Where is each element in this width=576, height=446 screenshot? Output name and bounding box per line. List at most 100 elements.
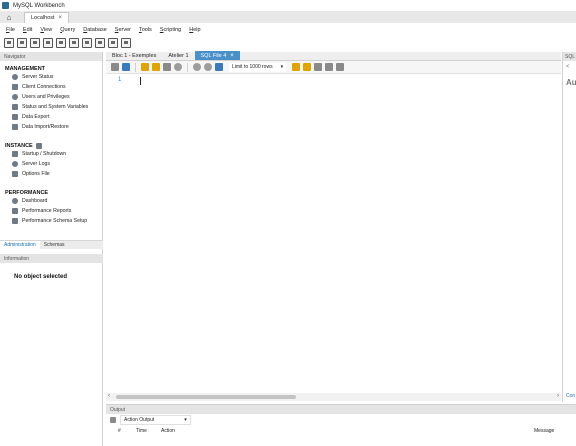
window-title: MySQL Workbench bbox=[13, 2, 65, 9]
menu-edit[interactable]: Edit bbox=[19, 27, 36, 33]
chevron-left-icon[interactable]: < bbox=[563, 64, 576, 70]
nav-item-dashboard[interactable]: Dashboard bbox=[0, 196, 102, 206]
output-header: Output bbox=[106, 405, 576, 414]
output-panel: Output Action Output ▾ # Time Action Mes… bbox=[106, 404, 576, 446]
connection-tab-localhost[interactable]: Localhost × bbox=[24, 12, 70, 23]
execute-current-statement-icon[interactable] bbox=[152, 63, 160, 71]
dashboard-icon bbox=[12, 198, 18, 204]
commit-icon[interactable] bbox=[204, 63, 212, 71]
menu-bar: File Edit View Query Database Server Too… bbox=[0, 24, 576, 35]
close-icon[interactable]: × bbox=[230, 53, 234, 59]
action-output-select[interactable]: Action Output ▾ bbox=[120, 415, 191, 425]
server-status-icon bbox=[12, 74, 18, 80]
menu-tools[interactable]: Tools bbox=[135, 27, 156, 33]
nav-item-status-and-system-variables[interactable]: Status and System Variables bbox=[0, 102, 102, 112]
text-caret bbox=[140, 77, 141, 85]
inspector-icon[interactable] bbox=[30, 38, 40, 48]
editor-tabs: Bloc 1 - Exemples Atelier 1 SQL File 4 × bbox=[106, 51, 561, 61]
nav-item-data-import-restore[interactable]: Data Import/Restore bbox=[0, 122, 102, 132]
copy-icon[interactable] bbox=[110, 417, 116, 423]
startup-shutdown-icon bbox=[12, 151, 18, 157]
open-file-icon[interactable] bbox=[111, 63, 119, 71]
tab-administration[interactable]: Administration bbox=[0, 240, 40, 250]
output-toolbar: Action Output ▾ bbox=[106, 414, 576, 426]
horizontal-scrollbar[interactable]: ‹ › bbox=[106, 393, 561, 401]
nav-item-client-connections[interactable]: Client Connections bbox=[0, 82, 102, 92]
open-sql-script-icon[interactable] bbox=[17, 38, 27, 48]
menu-database[interactable]: Database bbox=[79, 27, 111, 33]
code-editor[interactable]: 1 bbox=[106, 74, 561, 384]
context-help-tab[interactable]: Con bbox=[566, 393, 575, 399]
connection-tab-label: Localhost bbox=[31, 15, 55, 21]
tab-sql-file-4[interactable]: SQL File 4 × bbox=[194, 51, 240, 60]
column-number: # bbox=[118, 428, 121, 434]
output-columns-header: # Time Action Message bbox=[106, 426, 576, 436]
main-toolbar bbox=[0, 36, 576, 50]
toggle-continue-on-error-icon[interactable] bbox=[193, 63, 201, 71]
nav-item-options-file[interactable]: Options File bbox=[0, 169, 102, 179]
wrench-icon bbox=[12, 171, 18, 177]
nav-item-users-and-privileges[interactable]: Users and Privileges bbox=[0, 92, 102, 102]
save-icon[interactable] bbox=[122, 63, 130, 71]
nav-item-performance-reports[interactable]: Performance Reports bbox=[0, 206, 102, 216]
sql-toolbar: Limit to 1000 rows ▾ bbox=[106, 61, 561, 74]
scrollbar-thumb[interactable] bbox=[116, 395, 296, 399]
navigator-tabs: Administration Schemas bbox=[0, 240, 103, 250]
connection-tabs-bar: ⌂ Localhost × bbox=[0, 11, 576, 23]
beautify-icon[interactable] bbox=[292, 63, 301, 71]
mysql-workbench-logo-icon bbox=[2, 2, 9, 9]
explain-icon[interactable] bbox=[163, 63, 171, 71]
nav-item-server-logs[interactable]: Server Logs bbox=[0, 159, 102, 169]
data-import-icon bbox=[12, 124, 18, 130]
menu-query[interactable]: Query bbox=[56, 27, 79, 33]
new-sql-tab-icon[interactable] bbox=[4, 38, 14, 48]
menu-file[interactable]: File bbox=[2, 27, 19, 33]
nav-item-data-export[interactable]: Data Export bbox=[0, 112, 102, 122]
execute-icon[interactable] bbox=[141, 63, 149, 71]
nav-item-startup-shutdown[interactable]: Startup / Shutdown bbox=[0, 149, 102, 159]
instance-status-icon bbox=[35, 143, 42, 149]
tab-atelier-1[interactable]: Atelier 1 bbox=[162, 51, 194, 60]
nav-item-server-status[interactable]: Server Status bbox=[0, 72, 102, 82]
sql-additions-header: SQL bbox=[563, 52, 576, 61]
home-icon[interactable]: ⌂ bbox=[0, 11, 18, 23]
create-schema-icon[interactable] bbox=[43, 38, 53, 48]
context-help-title: Au bbox=[566, 78, 576, 87]
menu-help[interactable]: Help bbox=[185, 27, 204, 33]
tab-bloc-1-exemples[interactable]: Bloc 1 - Exemples bbox=[106, 51, 162, 60]
search-icon[interactable] bbox=[314, 63, 323, 71]
close-icon[interactable]: × bbox=[59, 15, 63, 21]
create-view-icon[interactable] bbox=[69, 38, 79, 48]
information-header: Information bbox=[0, 254, 103, 263]
tab-schemas[interactable]: Schemas bbox=[40, 241, 69, 250]
create-function-icon[interactable] bbox=[95, 38, 105, 48]
menu-server[interactable]: Server bbox=[111, 27, 135, 33]
stop-icon[interactable] bbox=[174, 63, 182, 71]
invisible-chars-icon[interactable] bbox=[325, 63, 334, 71]
warning-icon bbox=[12, 161, 18, 167]
reconnect-icon[interactable] bbox=[121, 38, 131, 48]
menu-scripting[interactable]: Scripting bbox=[156, 27, 185, 33]
limit-rows-select[interactable]: Limit to 1000 rows ▾ bbox=[229, 62, 287, 72]
users-icon bbox=[12, 94, 18, 100]
nav-item-performance-schema-setup[interactable]: Performance Schema Setup bbox=[0, 216, 102, 226]
create-procedure-icon[interactable] bbox=[82, 38, 92, 48]
search-table-data-icon[interactable] bbox=[108, 38, 118, 48]
schema-setup-icon bbox=[12, 218, 18, 224]
sql-additions-panel: SQL < Au Con bbox=[562, 52, 576, 402]
no-object-selected-label: No object selected bbox=[14, 274, 68, 280]
find-icon[interactable] bbox=[303, 63, 312, 71]
menu-view[interactable]: View bbox=[36, 27, 56, 33]
autocommit-icon[interactable] bbox=[215, 63, 223, 71]
data-export-icon bbox=[12, 114, 18, 120]
scroll-left-icon[interactable]: ‹ bbox=[108, 393, 110, 399]
create-table-icon[interactable] bbox=[56, 38, 66, 48]
word-wrap-icon[interactable] bbox=[336, 63, 345, 71]
scroll-right-icon[interactable]: › bbox=[557, 393, 559, 399]
column-message: Message bbox=[534, 428, 555, 434]
column-time: Time bbox=[136, 428, 147, 434]
title-bar: MySQL Workbench bbox=[0, 0, 576, 11]
reports-icon bbox=[12, 208, 18, 214]
sql-editor-area: Bloc 1 - Exemples Atelier 1 SQL File 4 × … bbox=[106, 51, 561, 402]
chevron-down-icon: ▾ bbox=[184, 417, 187, 423]
